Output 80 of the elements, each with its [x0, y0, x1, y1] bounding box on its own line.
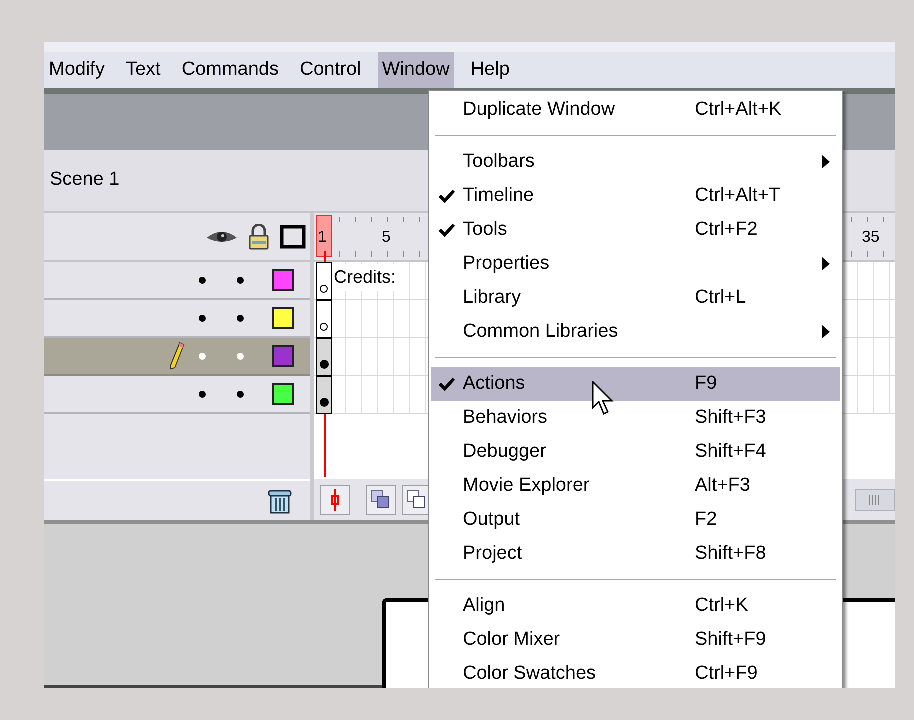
scrollbar-grip[interactable]	[855, 488, 895, 510]
menu-item-label: Tools	[463, 218, 508, 242]
lock-icon[interactable]	[248, 224, 270, 250]
menu-item[interactable]: Actions F9	[431, 367, 840, 401]
menu-item-label: Timeline	[463, 184, 536, 208]
checkmark-icon	[439, 223, 455, 237]
menu-item[interactable]: Output F2	[431, 503, 840, 537]
shortcut-label: F2	[695, 508, 718, 532]
menu-item-label: Debugger	[463, 440, 548, 464]
center-frame-button[interactable]	[320, 484, 350, 514]
shortcut-label: Shift+F3	[695, 406, 768, 430]
scene-label: Scene 1	[50, 168, 120, 192]
layer-outline-swatch[interactable]	[272, 345, 294, 367]
menu-item[interactable]: Toolbars	[431, 145, 840, 179]
checkmark-icon	[439, 377, 455, 391]
frame-number: 5	[382, 228, 391, 248]
shortcut-label: Shift+F4	[695, 440, 768, 464]
keyframe[interactable]	[316, 338, 332, 376]
outline-square-icon[interactable]	[280, 224, 306, 248]
frame-number: 1	[318, 228, 327, 248]
checkmark-icon	[439, 189, 455, 203]
menu-item[interactable]: Behaviors Shift+F3	[431, 401, 840, 435]
shortcut-label: Shift+F9	[695, 628, 768, 652]
menu-item[interactable]: Library Ctrl+L	[431, 281, 840, 315]
submenu-arrow-icon	[822, 257, 830, 271]
submenu-arrow-icon	[822, 325, 830, 339]
menu-item-label: Common Libraries	[463, 320, 620, 344]
shortcut-label: Ctrl+F9	[695, 662, 759, 686]
menu-item-label: Behaviors	[463, 406, 548, 430]
keyframe[interactable]	[316, 300, 332, 338]
frame-number: 35	[862, 228, 880, 248]
menu-item-label: Color Swatches	[463, 662, 598, 686]
shortcut-label: Ctrl+Alt+T	[695, 184, 782, 208]
outlined-squares-icon	[407, 490, 427, 510]
submenu-arrow-icon	[822, 155, 830, 169]
menu-item-label: Library	[463, 286, 522, 310]
menu-item[interactable]: Color Mixer Shift+F9	[431, 623, 840, 657]
menu-item[interactable]: Project Shift+F8	[431, 537, 840, 571]
shortcut-label: Alt+F3	[695, 474, 752, 498]
shortcut-label: Shift+F8	[695, 542, 768, 566]
grip-lines-icon	[868, 494, 882, 504]
shortcut-label: Ctrl+L	[695, 286, 748, 310]
menu-bar-item[interactable]: Control	[296, 52, 366, 88]
menu-bar-item[interactable]: Window	[378, 52, 454, 88]
menu-item-label: Movie Explorer	[463, 474, 591, 498]
keyframe[interactable]	[316, 262, 332, 300]
shortcut-label: Ctrl+F2	[695, 218, 759, 242]
menu-item[interactable]: Align Ctrl+K	[431, 589, 840, 623]
menu-item[interactable]: Movie Explorer Alt+F3	[431, 469, 840, 503]
menu-item[interactable]: Properties	[431, 247, 840, 281]
onion-skin-button[interactable]	[366, 484, 396, 514]
menu-bar-item[interactable]: Help	[466, 52, 514, 88]
menu-item-label: Align	[463, 594, 506, 618]
layer-outline-swatch[interactable]	[272, 269, 294, 291]
menu-item-label: Properties	[463, 252, 551, 276]
menu-item-label: Project	[463, 542, 524, 566]
mouse-pointer-icon	[592, 381, 616, 417]
shortcut-label: F9	[695, 372, 718, 396]
menu-item[interactable]: Tools Ctrl+F2	[431, 213, 840, 247]
keyframe[interactable]	[316, 376, 332, 414]
menu-item[interactable]: Timeline Ctrl+Alt+T	[431, 179, 840, 213]
menu-item-label: Color Mixer	[463, 628, 562, 652]
pencil-icon	[169, 342, 185, 370]
menu-bar-item[interactable]: Modify	[45, 52, 109, 88]
menu-item-label: Actions	[463, 372, 526, 396]
playhead[interactable]	[316, 215, 332, 257]
menu-item[interactable]: Common Libraries	[431, 315, 840, 349]
overlapping-squares-icon	[371, 490, 391, 510]
menu-item-label: Toolbars	[463, 150, 536, 174]
layer-outline-swatch[interactable]	[272, 307, 294, 329]
menu-bar-item[interactable]: Commands	[178, 52, 283, 88]
menu-item[interactable]: Debugger Shift+F4	[431, 435, 840, 469]
shortcut-label: Ctrl+Alt+K	[695, 98, 783, 122]
layer-outline-swatch[interactable]	[272, 383, 294, 405]
menu-bar-item[interactable]: Text	[122, 52, 165, 88]
playhead-marker-icon	[330, 488, 340, 510]
menu-item[interactable]: Color Swatches Ctrl+F9	[431, 657, 840, 688]
menu-item-label: Output	[463, 508, 522, 532]
shortcut-label: Ctrl+K	[695, 594, 750, 618]
menu-item-label: Duplicate Window	[463, 98, 616, 122]
